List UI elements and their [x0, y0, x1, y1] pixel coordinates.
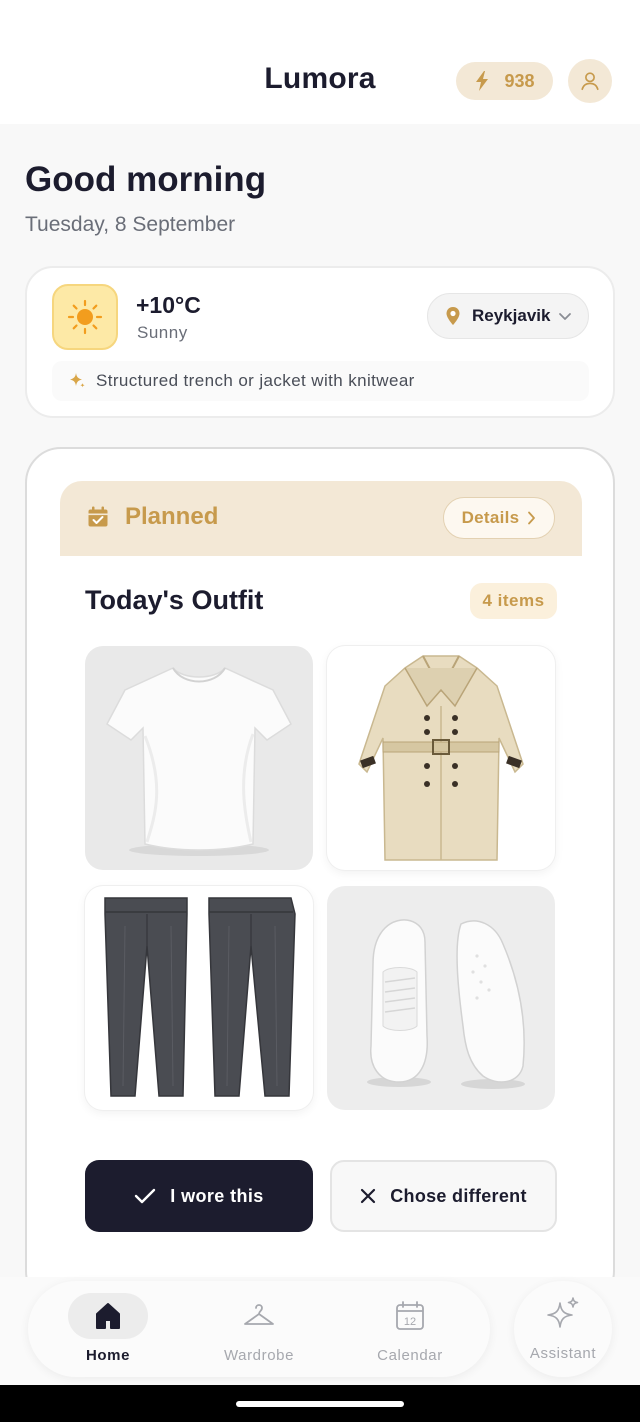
- location-label: Reykjavik: [472, 306, 551, 325]
- tshirt-image: [106, 667, 292, 856]
- chevron-right-icon: [528, 511, 536, 525]
- calendar-icon: 12: [396, 1301, 424, 1330]
- wore-this-button[interactable]: I wore this: [85, 1160, 313, 1232]
- credits-count: 938: [504, 70, 535, 91]
- nav-label-calendar: Calendar: [377, 1347, 443, 1364]
- nav-item-calendar[interactable]: 12 Calendar: [355, 1293, 465, 1364]
- sparkle-icon: [70, 373, 85, 388]
- nav-item-assistant[interactable]: Assistant: [514, 1281, 612, 1377]
- nav-bar: Home Wardrobe 12 Calendar: [28, 1281, 490, 1377]
- wore-this-label: I wore this: [170, 1185, 264, 1206]
- outfit-item-tshirt[interactable]: [85, 646, 313, 870]
- hanger-icon: [244, 1304, 274, 1325]
- nav-label-wardrobe: Wardrobe: [223, 1347, 295, 1364]
- details-button[interactable]: Details: [443, 497, 555, 539]
- location-pin-icon: [446, 307, 460, 325]
- weather-tip: Structured trench or jacket with knitwea…: [52, 361, 589, 401]
- outfit-item-sneakers[interactable]: [327, 886, 555, 1110]
- nav-label-home: Home: [85, 1347, 131, 1364]
- outfit-title: Today's Outfit: [85, 585, 264, 615]
- trousers-image: [104, 897, 296, 1097]
- calendar-day-number: 12: [404, 1316, 416, 1328]
- close-icon: [361, 1188, 376, 1204]
- credits-badge[interactable]: 938: [456, 62, 553, 100]
- lightning-icon: [476, 71, 489, 91]
- nav-item-home[interactable]: Home: [53, 1293, 163, 1364]
- calendar-check-icon: [88, 506, 108, 527]
- chevron-down-icon: [559, 313, 572, 320]
- profile-button[interactable]: [568, 59, 612, 103]
- nav-label-assistant: Assistant: [529, 1345, 597, 1362]
- greeting-date: Tuesday, 8 September: [25, 213, 236, 236]
- home-indicator[interactable]: [236, 1401, 404, 1407]
- trench-coat-image: [358, 655, 524, 861]
- location-selector[interactable]: Reykjavik: [427, 293, 589, 339]
- nav-item-wardrobe[interactable]: Wardrobe: [204, 1293, 314, 1364]
- item-count-badge: 4 items: [470, 583, 557, 619]
- weather-tip-text: Structured trench or jacket with knitwea…: [96, 371, 415, 390]
- planned-status-bar: Planned Details: [60, 481, 582, 556]
- details-label: Details: [461, 508, 520, 527]
- checkmark-icon: [135, 1188, 156, 1204]
- outfit-card: Planned Details Today's Outfit 4 items I…: [25, 447, 615, 1307]
- outfit-item-trousers[interactable]: [85, 886, 313, 1110]
- outfit-item-trench-coat[interactable]: [327, 646, 555, 870]
- temperature: +10°C: [136, 292, 201, 318]
- planned-label: Planned: [125, 503, 219, 530]
- top-bar: Lumora 938: [0, 0, 640, 124]
- sun-icon: [67, 299, 103, 335]
- user-icon: [581, 72, 599, 91]
- chose-different-button[interactable]: Chose different: [330, 1160, 557, 1232]
- sneakers-image: [367, 919, 525, 1089]
- home-icon: [96, 1303, 120, 1329]
- greeting-title: Good morning: [25, 160, 267, 199]
- weather-card: +10°C Sunny Reykjavik Structured trench …: [25, 266, 615, 418]
- weather-icon-box: [52, 284, 118, 350]
- weather-condition: Sunny: [137, 323, 188, 342]
- sparkle-icon: [547, 1297, 579, 1328]
- chose-different-label: Chose different: [390, 1185, 527, 1206]
- system-navigation-bar: [0, 1385, 640, 1422]
- bottom-navigation: Home Wardrobe 12 Calendar Assistant: [0, 1277, 640, 1385]
